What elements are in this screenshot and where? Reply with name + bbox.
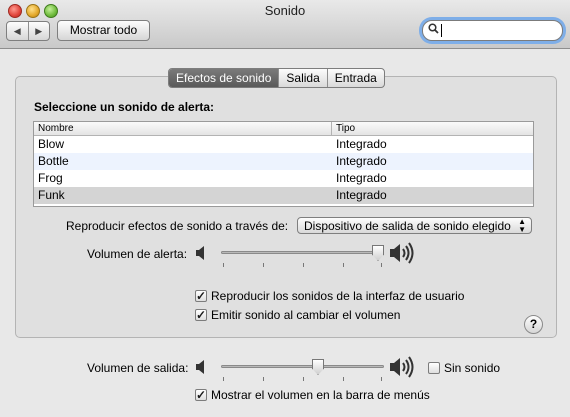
slider-tick xyxy=(343,263,344,267)
alert-volume-label: Volumen de alerta: xyxy=(87,247,188,261)
output-volume-label: Volumen de salida: xyxy=(87,361,189,375)
table-row[interactable]: Blow Integrado xyxy=(34,136,533,153)
column-divider xyxy=(331,122,332,135)
slider-tick xyxy=(263,263,264,267)
search-field[interactable] xyxy=(422,20,563,41)
row-type: Integrado xyxy=(336,137,387,151)
slider-track xyxy=(221,251,384,254)
speaker-low-icon xyxy=(195,359,207,378)
tab-bar: Efectos de sonido Salida Entrada xyxy=(168,68,385,88)
table-row[interactable]: Frog Integrado xyxy=(34,170,533,187)
help-button[interactable]: ? xyxy=(524,315,543,334)
row-type: Integrado xyxy=(336,171,387,185)
tab-output[interactable]: Salida xyxy=(278,69,326,87)
nav-segment: ◀ ▶ xyxy=(6,21,50,41)
alert-sound-table: Nombre Tipo Blow Integrado Bottle Integr… xyxy=(33,121,534,207)
ui-sounds-label: Reproducir los sonidos de la interfaz de… xyxy=(211,289,465,303)
slider-knob[interactable] xyxy=(372,245,384,261)
play-through-label: Reproducir efectos de sonido a través de… xyxy=(66,219,289,233)
volume-feedback-checkbox[interactable]: ✓ xyxy=(195,309,207,321)
row-type: Integrado xyxy=(336,154,387,168)
output-device-popup[interactable]: Dispositivo de salida de sonido elegido … xyxy=(297,217,532,234)
ui-sounds-checkbox[interactable]: ✓ xyxy=(195,290,207,302)
title-bar: Sonido ◀ ▶ Mostrar todo xyxy=(0,0,570,49)
back-arrow-icon[interactable]: ◀ xyxy=(7,22,29,40)
row-name: Frog xyxy=(38,171,63,185)
alert-sound-heading: Seleccione un sonido de alerta: xyxy=(34,100,215,114)
mute-checkbox[interactable] xyxy=(428,362,440,374)
slider-track xyxy=(221,365,384,368)
table-row-selected[interactable]: Funk Integrado xyxy=(34,187,533,204)
output-device-value: Dispositivo de salida de sonido elegido xyxy=(304,219,511,233)
row-name: Funk xyxy=(38,188,65,202)
text-caret xyxy=(441,24,442,37)
slider-tick xyxy=(223,263,224,267)
slider-tick xyxy=(223,377,224,381)
slider-tick xyxy=(343,377,344,381)
column-header-name[interactable]: Nombre xyxy=(38,122,74,135)
alert-volume-slider[interactable] xyxy=(221,245,384,267)
table-header: Nombre Tipo xyxy=(34,122,533,136)
output-volume-slider[interactable] xyxy=(221,359,384,381)
popup-arrows-icon: ▲ ▼ xyxy=(518,217,526,234)
row-type: Integrado xyxy=(336,188,387,202)
tab-sound-effects[interactable]: Efectos de sonido xyxy=(169,69,279,87)
column-header-type[interactable]: Tipo xyxy=(336,122,355,135)
menu-bar-volume-label: Mostrar el volumen en la barra de menús xyxy=(211,388,430,402)
volume-feedback-label: Emitir sonido al cambiar el volumen xyxy=(211,308,401,322)
speaker-low-icon xyxy=(195,245,207,264)
slider-tick xyxy=(303,377,304,381)
window-title: Sonido xyxy=(264,3,306,18)
speaker-high-icon xyxy=(389,242,417,267)
slider-tick xyxy=(303,263,304,267)
speaker-high-icon xyxy=(389,356,417,381)
slider-tick xyxy=(263,377,264,381)
show-all-button[interactable]: Mostrar todo xyxy=(57,20,150,41)
table-row[interactable]: Bottle Integrado xyxy=(34,153,533,170)
slider-knob[interactable] xyxy=(312,359,324,375)
menu-bar-volume-checkbox[interactable]: ✓ xyxy=(195,389,207,401)
mute-label: Sin sonido xyxy=(444,361,501,375)
row-name: Bottle xyxy=(38,154,69,168)
tab-input[interactable]: Entrada xyxy=(326,69,384,87)
search-icon xyxy=(428,23,439,37)
row-name: Blow xyxy=(38,137,65,151)
slider-tick xyxy=(381,377,382,381)
forward-arrow-icon[interactable]: ▶ xyxy=(29,22,50,40)
slider-tick xyxy=(381,263,382,267)
